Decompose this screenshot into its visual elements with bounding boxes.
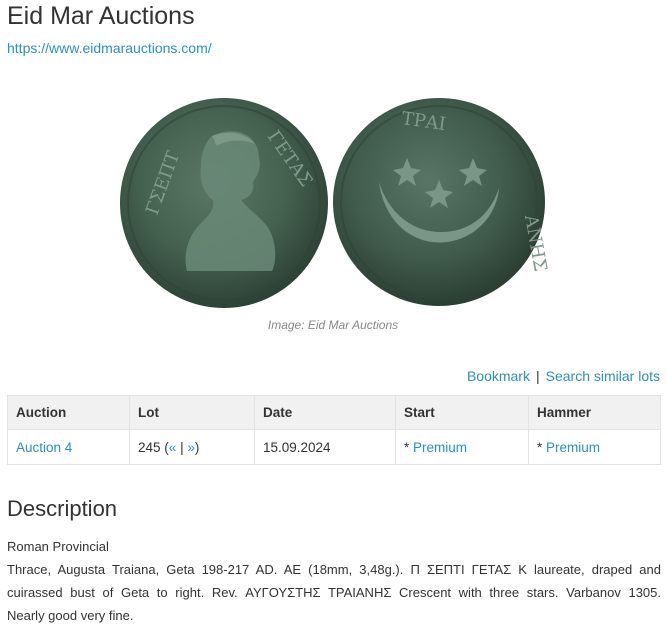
lot-nav-separator: | <box>180 439 184 455</box>
start-premium-link[interactable]: Premium <box>413 440 467 455</box>
start-prefix: * <box>404 439 410 455</box>
column-header-hammer: Hammer <box>528 395 661 430</box>
coin-obverse: ΓΣΕΠΤ ΓΕΤΑΣ <box>120 98 328 308</box>
hammer-premium-link[interactable]: Premium <box>546 440 600 455</box>
description-line-1: Thrace, Augusta Traiana, Geta 198-217 AD… <box>7 562 661 577</box>
next-lot-link[interactable]: » <box>187 440 195 455</box>
coin-image: ΓΣΕΠΤ ΓΕΤΑΣ ΤΡΑΙ ΑΝΗΣ <box>120 98 550 308</box>
date-cell: 15.09.2024 <box>254 429 396 465</box>
auction-cell: Auction 4 <box>7 429 130 465</box>
column-header-lot: Lot <box>129 395 255 430</box>
table-row: Auction 4 245 (« | ») 15.09.2024 * Premi… <box>7 429 661 465</box>
lot-number: 245 <box>138 439 161 455</box>
description-line-2: cuirassed bust of Geta to right. Rev. ΑΥ… <box>7 585 661 600</box>
column-header-auction: Auction <box>7 395 130 430</box>
column-header-date: Date <box>254 395 396 430</box>
hammer-prefix: * <box>537 439 543 455</box>
description-line-3: Nearly good very fine. <box>7 608 134 623</box>
lot-table: Auction Lot Date Start Hammer Auction 4 … <box>7 395 661 465</box>
previous-lot-link[interactable]: « <box>169 440 177 455</box>
description-category: Roman Provincial <box>7 539 109 554</box>
site-url-link[interactable]: https://www.eidmarauctions.com/ <box>7 40 212 56</box>
hammer-cell: * Premium <box>528 429 661 465</box>
description-heading: Description <box>7 496 118 521</box>
description-body: Roman Provincial Thrace, Augusta Traiana… <box>7 535 661 627</box>
coin-reverse: ΤΡΑΙ ΑΝΗΣ <box>333 98 550 306</box>
auction-link[interactable]: Auction 4 <box>16 440 72 455</box>
lot-actions: Bookmark | Search similar lots <box>467 368 660 384</box>
column-header-start: Start <box>395 395 529 430</box>
search-similar-lots-link[interactable]: Search similar lots <box>546 368 660 384</box>
image-caption: Image: Eid Mar Auctions <box>267 318 399 332</box>
table-header-row: Auction Lot Date Start Hammer <box>7 395 661 430</box>
actions-separator: | <box>535 368 540 384</box>
page-title: Eid Mar Auctions <box>7 2 195 30</box>
lot-nav-close: ) <box>194 439 200 455</box>
bookmark-link[interactable]: Bookmark <box>467 368 530 384</box>
lot-cell: 245 (« | ») <box>129 429 255 465</box>
start-cell: * Premium <box>395 429 529 465</box>
